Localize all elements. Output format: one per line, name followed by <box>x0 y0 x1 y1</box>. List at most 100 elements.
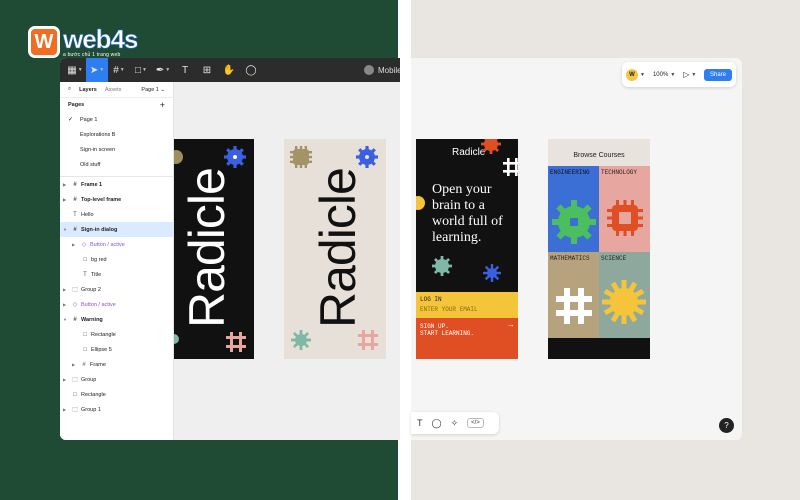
layer-row[interactable]: ▶ ◇ Button / active <box>60 237 173 252</box>
hash-icon <box>556 288 592 324</box>
layer-label: bg red <box>91 256 107 263</box>
add-page-button[interactable]: + <box>160 100 165 110</box>
avatar[interactable]: W <box>626 68 638 81</box>
frame2-decorations <box>290 146 378 350</box>
page-item-label: Explorations B <box>80 131 116 138</box>
expand-arrow-icon[interactable]: ▶ <box>72 362 79 367</box>
comment-icon[interactable]: ◯ <box>432 418 442 429</box>
email-field[interactable]: ENTER YOUR EMAIL <box>420 306 514 313</box>
course-card-science[interactable]: SCIENCE <box>599 252 650 338</box>
text-tool-icon[interactable]: T <box>417 418 423 428</box>
layer-row[interactable]: ▶ ⬚ Group 2 <box>60 282 173 297</box>
green-gear-icon <box>552 200 596 244</box>
page-item[interactable]: Sign-in screen <box>60 142 173 157</box>
layer-row[interactable]: ▶ ⬚ Group 1 <box>60 402 173 417</box>
chevron-down-icon[interactable]: ▼ <box>640 72 645 78</box>
shape-tool-icon[interactable]: □ ▼ <box>130 58 152 82</box>
course-card-technology[interactable]: TECHNOLOGY <box>599 166 650 252</box>
sparkle-icon[interactable]: ✧ <box>451 418 459 429</box>
layer-row[interactable]: ▶ ◇ Button / active <box>60 297 173 312</box>
expand-arrow-icon[interactable]: ▶ <box>63 182 70 187</box>
layer-row[interactable]: ▶ ⬚ Group <box>60 372 173 387</box>
bottom-bar <box>548 338 650 359</box>
main-menu-icon[interactable]: ▦ ▼ <box>64 58 86 82</box>
frame-radicle-light[interactable]: Radicle <box>284 139 386 359</box>
logo-word: web4s <box>63 23 139 54</box>
expand-arrow-icon[interactable]: ▶ <box>63 197 70 202</box>
collapse-arrow-icon[interactable]: ▼ <box>63 227 70 232</box>
collapse-arrow-icon[interactable]: ▼ <box>63 317 70 322</box>
resources-icon[interactable]: ⊞ <box>196 58 218 82</box>
share-button[interactable]: Share <box>703 68 732 81</box>
browse-courses-title: Browse Courses <box>573 152 625 159</box>
green-gear-icon <box>432 256 452 276</box>
layer-row[interactable]: ▶ # Frame 1 <box>60 177 173 192</box>
layer-row[interactable]: ▶ # Frame <box>60 357 173 372</box>
blue-star-icon <box>483 264 501 282</box>
olive-gear-icon <box>174 150 183 164</box>
search-icon[interactable]: ⌕ <box>68 86 71 93</box>
layer-row[interactable]: T Hello <box>60 207 173 222</box>
frame-sign-in[interactable]: Radicle Open your brain to a world full … <box>416 139 518 359</box>
layer-row-selected[interactable]: ▼ # Sign-in dialog <box>60 222 173 237</box>
page-item[interactable]: Explorations B <box>60 127 173 142</box>
tab-assets[interactable]: Assets <box>105 87 122 93</box>
page-item[interactable]: ✓ Page 1 <box>60 112 173 127</box>
signup-button[interactable]: SIGN UP. START LEARNING. → <box>416 318 518 359</box>
file-icon <box>364 65 374 75</box>
layer-label: Frame 1 <box>81 181 103 188</box>
blue-gear-icon <box>356 146 378 168</box>
expand-arrow-icon[interactable]: ▶ <box>63 377 70 382</box>
layer-row[interactable]: □ Ellipse 5 <box>60 342 173 357</box>
frame-radicle-dark[interactable]: Radicle <box>174 139 254 359</box>
code-button[interactable]: </> <box>467 418 484 428</box>
panel-tabs: ⌕ Layers Assets Page 1 ⌄ <box>60 82 173 98</box>
group-icon: ⬚ <box>72 407 78 413</box>
expand-arrow-icon[interactable]: ▶ <box>63 302 70 307</box>
frame-browse-courses[interactable]: Browse Courses ENGINEERING TECHNOLOGY MA… <box>548 139 650 359</box>
hand-tool-icon[interactable]: ✋ <box>218 58 240 82</box>
layer-row[interactable]: T Title <box>60 267 173 282</box>
pink-hash-icon <box>358 330 378 350</box>
file-name[interactable]: Mobile <box>364 58 400 82</box>
page-item-label: Page 1 <box>80 116 98 123</box>
chevron-down-icon[interactable]: ▼ <box>670 72 675 78</box>
tab-layers[interactable]: Layers <box>79 87 97 93</box>
arrow-right-icon: → <box>508 321 513 330</box>
page-item[interactable]: Old stuff <box>60 157 173 172</box>
expand-arrow-icon[interactable]: ▶ <box>63 287 70 292</box>
login-section[interactable]: LOG IN ENTER YOUR EMAIL <box>416 292 518 318</box>
yellow-sun-icon <box>602 280 646 324</box>
component-icon: ◇ <box>72 302 78 308</box>
layer-label: Top-level frame <box>81 196 122 203</box>
layer-row[interactable]: □ bg red <box>60 252 173 267</box>
expand-arrow-icon[interactable]: ▶ <box>72 242 79 247</box>
layer-row[interactable]: ▼ # Warning <box>60 312 173 327</box>
course-card-engineering[interactable]: ENGINEERING <box>548 166 599 252</box>
chevron-down-icon[interactable]: ▼ <box>691 72 696 78</box>
course-card-mathematics[interactable]: MATHEMATICS <box>548 252 599 338</box>
blue-gear-icon <box>224 146 246 168</box>
pen-tool-icon[interactable]: ✒ ▼ <box>152 58 174 82</box>
layers-list: ▶ # Frame 1 ▶ # Top-level frame T Hello ▼ # Sig… <box>60 177 173 417</box>
zoom-level[interactable]: 100% <box>653 72 668 78</box>
page-select[interactable]: Page 1 ⌄ <box>141 87 165 93</box>
layer-row[interactable]: □ Rectangle <box>60 327 173 342</box>
comment-icon[interactable]: ◯ <box>240 58 262 82</box>
frame-tool-icon[interactable]: # ▼ <box>108 58 130 82</box>
help-button[interactable]: ? <box>719 418 734 433</box>
text-tool-icon[interactable]: T <box>174 58 196 82</box>
layer-label: Group 1 <box>81 406 101 413</box>
layer-label: Title <box>91 271 102 278</box>
move-tool-icon[interactable]: ➤ ▼ <box>86 58 108 82</box>
group-icon: ⬚ <box>72 287 78 293</box>
signup-line: START LEARNING. <box>420 330 475 337</box>
play-icon[interactable]: ▷ <box>683 70 689 79</box>
layer-row[interactable]: □ Rectangle <box>60 387 173 402</box>
layer-row[interactable]: ▶ # Top-level frame <box>60 192 173 207</box>
chevron-down-icon: ⌄ <box>160 86 165 93</box>
frame-icon: # <box>73 181 77 188</box>
expand-arrow-icon[interactable]: ▶ <box>63 407 70 412</box>
login-label: LOG IN <box>420 296 442 303</box>
frame-icon: # <box>73 196 77 203</box>
